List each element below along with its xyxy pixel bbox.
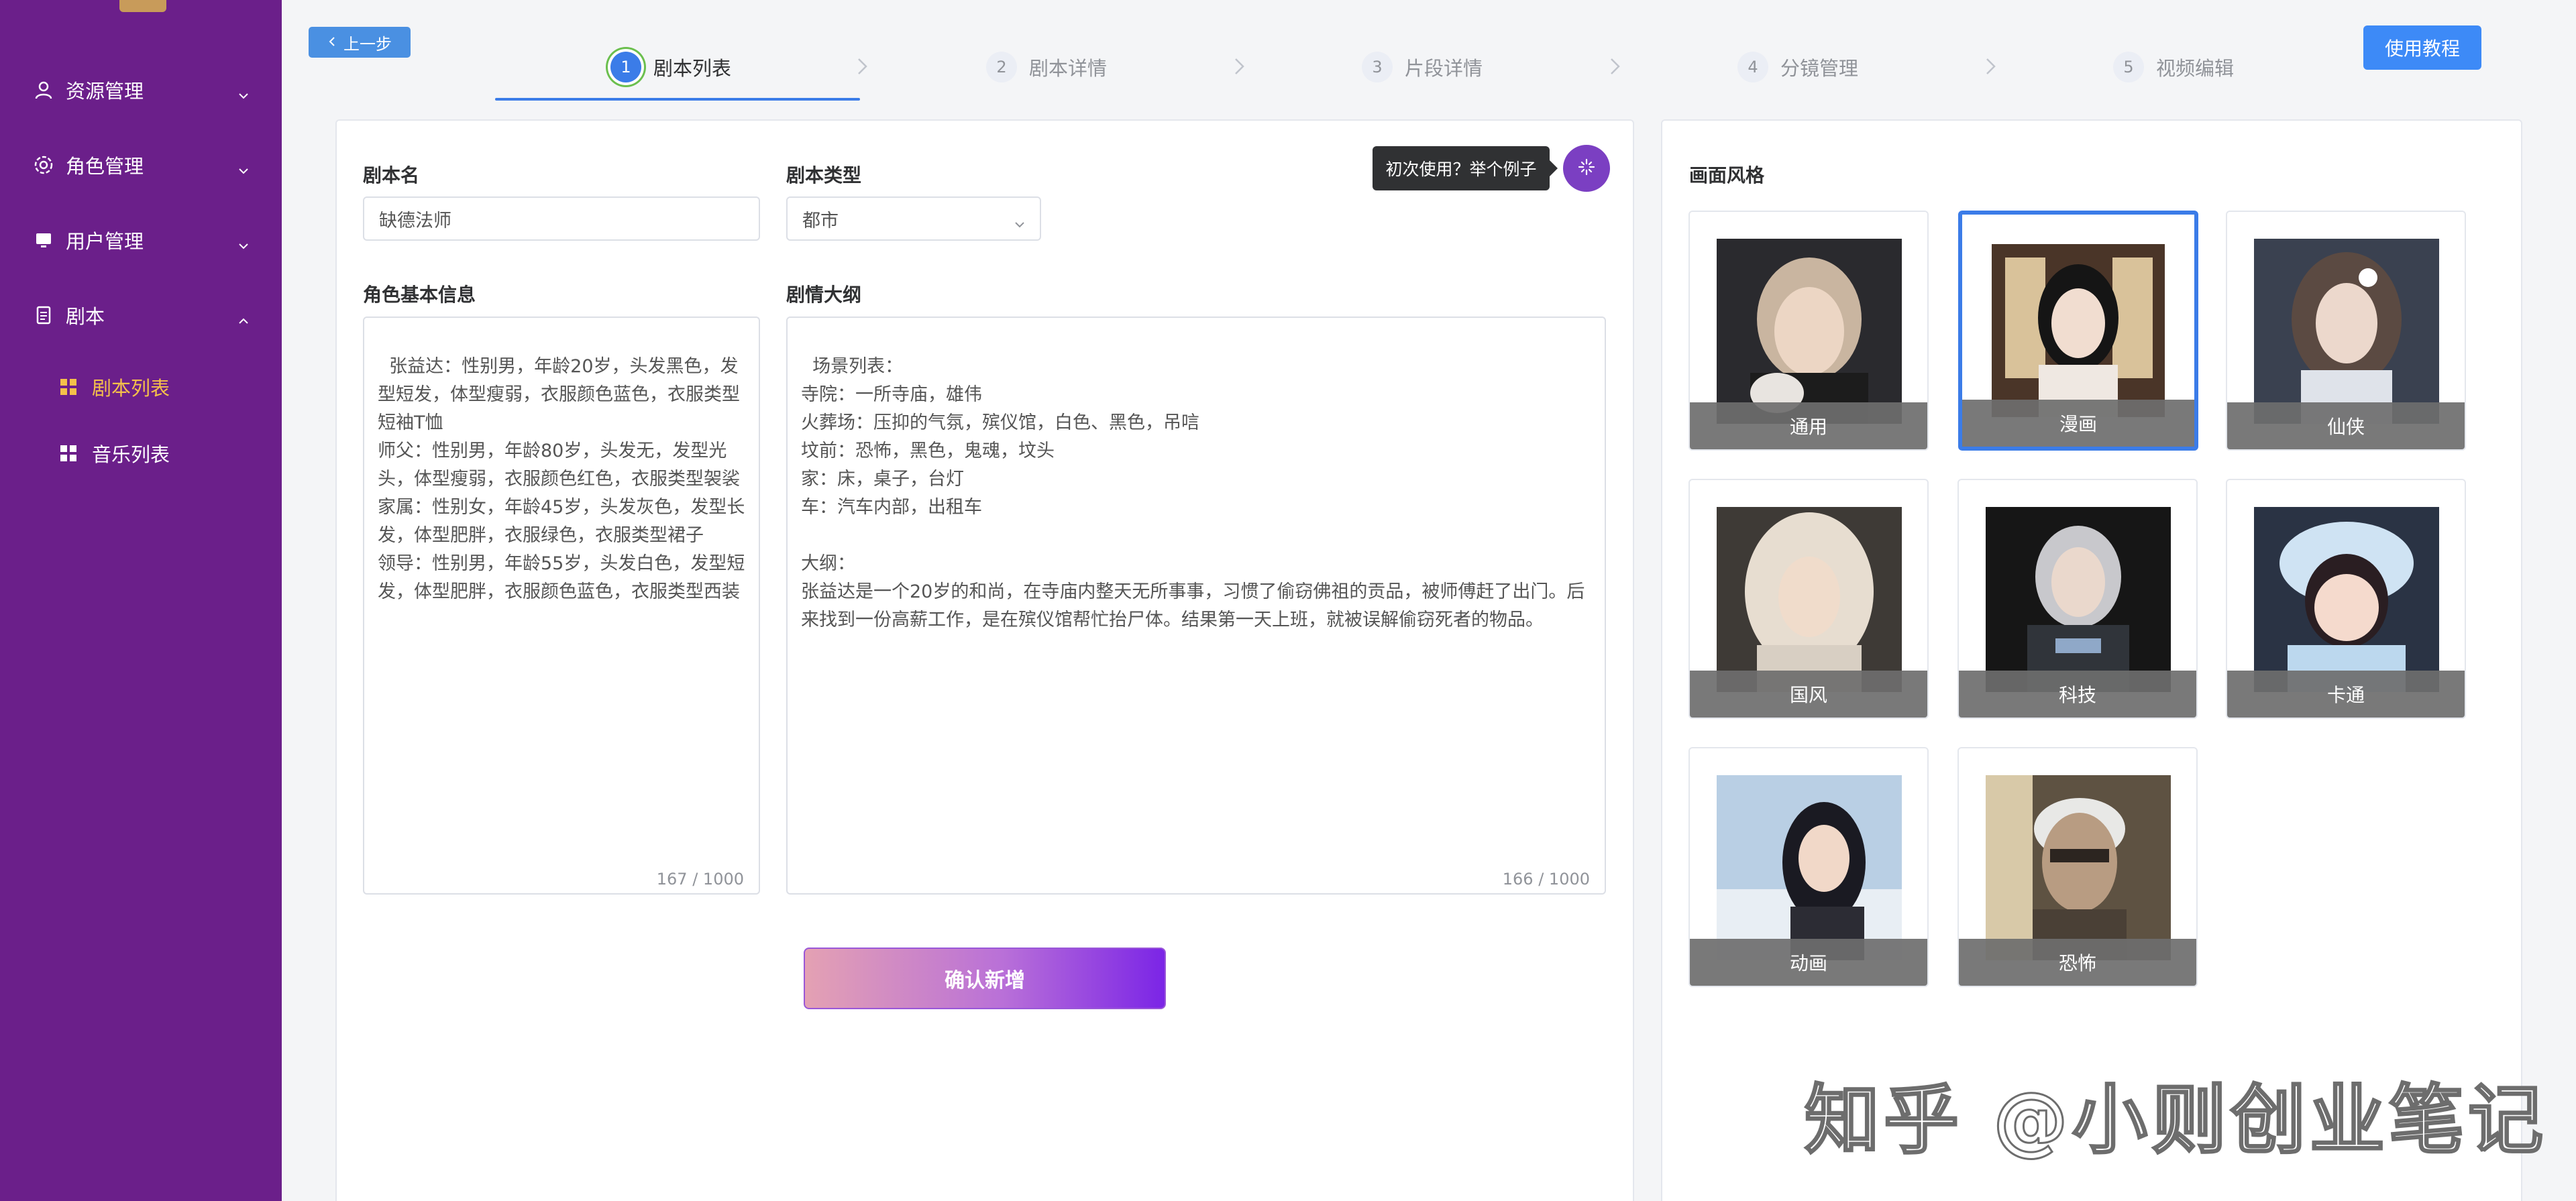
- style-panel-title: 画面风格: [1689, 164, 1765, 186]
- step-number: 5: [2113, 52, 2144, 82]
- chevron-right-icon: [1228, 55, 1250, 78]
- sidebar-subitem-script-list[interactable]: 剧本列表: [0, 357, 282, 417]
- style-card-guofeng[interactable]: 国风: [1688, 479, 1929, 719]
- step-number: 3: [1362, 52, 1393, 82]
- sidebar-item-label: 资源管理: [66, 80, 144, 103]
- style-caption: 通用: [1690, 402, 1927, 449]
- sidebar: 资源管理 角色管理 用户管理 剧本 剧本列表 音乐列表: [0, 0, 282, 1201]
- step-number: 2: [986, 52, 1017, 82]
- style-caption: 卡通: [2227, 671, 2465, 718]
- step-label: 分镜管理: [1780, 57, 1859, 80]
- step-4[interactable]: 4 分镜管理: [1737, 47, 1858, 87]
- script-name-label: 剧本名: [363, 164, 420, 186]
- style-card-tech[interactable]: 科技: [1957, 479, 2198, 719]
- sidebar-subitem-label: 音乐列表: [92, 443, 170, 466]
- resize-handle-icon[interactable]: [748, 882, 757, 892]
- style-thumbnail: [1986, 507, 2171, 692]
- monitor-icon: [32, 229, 55, 251]
- style-thumbnail: [1717, 239, 1902, 424]
- grid-icon: [59, 444, 78, 463]
- script-type-select[interactable]: 都市: [786, 196, 1041, 241]
- sidebar-subitem-music-list[interactable]: 音乐列表: [0, 423, 282, 483]
- sidebar-item-label: 用户管理: [66, 230, 144, 253]
- document-icon: [32, 304, 55, 327]
- plot-textarea[interactable]: 场景列表： 寺院：一所寺庙，雄伟 火葬场：压抑的气氛，殡仪馆，白色、黑色，吊唁 …: [786, 317, 1606, 895]
- step-2[interactable]: 2 剧本详情: [986, 47, 1107, 87]
- script-name-input[interactable]: 缺德法师: [363, 196, 760, 241]
- confirm-add-button[interactable]: 确认新增: [804, 948, 1166, 1009]
- active-step-indicator: [495, 98, 860, 101]
- back-label: 上一步: [343, 34, 392, 54]
- script-type-label: 剧本类型: [786, 164, 862, 186]
- roles-textarea[interactable]: 张益达：性别男，年龄20岁，头发黑色，发型短发，体型瘦弱，衣服颜色蓝色，衣服类型…: [363, 317, 760, 895]
- style-caption: 动画: [1690, 939, 1927, 986]
- example-tooltip: 初次使用？举个例子: [1373, 146, 1558, 190]
- chevron-right-icon: [851, 55, 873, 78]
- sidebar-item-scripts[interactable]: 剧本: [0, 282, 282, 349]
- chevron-right-icon: [1979, 55, 2002, 78]
- roles-text: 张益达：性别男，年龄20岁，头发黑色，发型短发，体型瘦弱，衣服颜色蓝色，衣服类型…: [378, 356, 745, 602]
- sidebar-item-label: 剧本: [66, 305, 105, 328]
- step-5[interactable]: 5 视频编辑: [2113, 47, 2234, 87]
- sidebar-item-roles[interactable]: 角色管理: [0, 131, 282, 198]
- chevron-down-icon: [1014, 214, 1025, 228]
- grid-icon: [59, 378, 78, 396]
- step-navigator: 1 剧本列表 2 剧本详情 3 片段详情 4 分镜管理 5 视频编辑: [495, 40, 2266, 101]
- style-thumbnail: [2254, 239, 2439, 424]
- style-card-cartoon[interactable]: 卡通: [2226, 479, 2466, 719]
- chevron-right-icon: [1603, 55, 1626, 78]
- chevron-down-icon: [237, 84, 250, 99]
- style-card-comic[interactable]: 漫画: [1958, 211, 2198, 451]
- style-thumbnail: [1717, 507, 1902, 692]
- step-label: 剧本详情: [1029, 57, 1108, 80]
- style-caption: 恐怖: [1959, 939, 2196, 986]
- watermark: 知乎 @小则创业笔记: [1804, 1076, 2547, 1165]
- style-card-general[interactable]: 通用: [1688, 211, 1929, 451]
- style-caption: 漫画: [1962, 400, 2194, 447]
- sidebar-item-users[interactable]: 用户管理: [0, 207, 282, 274]
- style-thumbnail: [2254, 507, 2439, 692]
- roles-char-count: 167 / 1000: [656, 870, 744, 889]
- sidebar-subitem-label: 剧本列表: [92, 377, 170, 400]
- chevron-down-icon: [237, 234, 250, 249]
- chevron-down-icon: [237, 159, 250, 174]
- chevron-up-icon: [237, 309, 250, 324]
- sparkle-icon: [1576, 157, 1597, 180]
- tutorial-button[interactable]: 使用教程: [2363, 25, 2481, 70]
- step-label: 剧本列表: [653, 57, 732, 80]
- back-button[interactable]: 上一步: [309, 27, 411, 58]
- style-thumbnail: [1992, 244, 2165, 417]
- sidebar-item-label: 角色管理: [66, 155, 144, 178]
- step-number: 4: [1737, 52, 1768, 82]
- chevron-left-icon: [327, 33, 337, 52]
- style-thumbnail: [1986, 775, 2171, 960]
- style-card-anime[interactable]: 动画: [1688, 747, 1929, 987]
- plot-char-count: 166 / 1000: [1502, 870, 1590, 889]
- style-card-xianxia[interactable]: 仙侠: [2226, 211, 2466, 451]
- logo: [119, 0, 166, 12]
- style-caption: 科技: [1959, 671, 2196, 718]
- style-thumbnail: [1717, 775, 1902, 960]
- roles-label: 角色基本信息: [363, 284, 476, 306]
- gear-icon: [32, 154, 55, 176]
- step-label: 视频编辑: [2156, 57, 2235, 80]
- example-magic-button[interactable]: [1563, 145, 1610, 192]
- sidebar-item-resources[interactable]: 资源管理: [0, 56, 282, 123]
- script-type-value: 都市: [802, 210, 839, 231]
- style-card-horror[interactable]: 恐怖: [1957, 747, 2198, 987]
- style-caption: 国风: [1690, 671, 1927, 718]
- plot-label: 剧情大纲: [786, 284, 862, 306]
- script-name-value: 缺德法师: [379, 210, 451, 231]
- step-number: 1: [610, 52, 641, 82]
- resize-handle-icon[interactable]: [1594, 882, 1603, 892]
- user-icon: [32, 78, 55, 101]
- style-caption: 仙侠: [2227, 402, 2465, 449]
- plot-text: 场景列表： 寺院：一所寺庙，雄伟 火葬场：压抑的气氛，殡仪馆，白色、黑色，吊唁 …: [801, 356, 1585, 630]
- step-3[interactable]: 3 片段详情: [1362, 47, 1483, 87]
- step-label: 片段详情: [1405, 57, 1483, 80]
- step-1[interactable]: 1 剧本列表: [610, 47, 731, 87]
